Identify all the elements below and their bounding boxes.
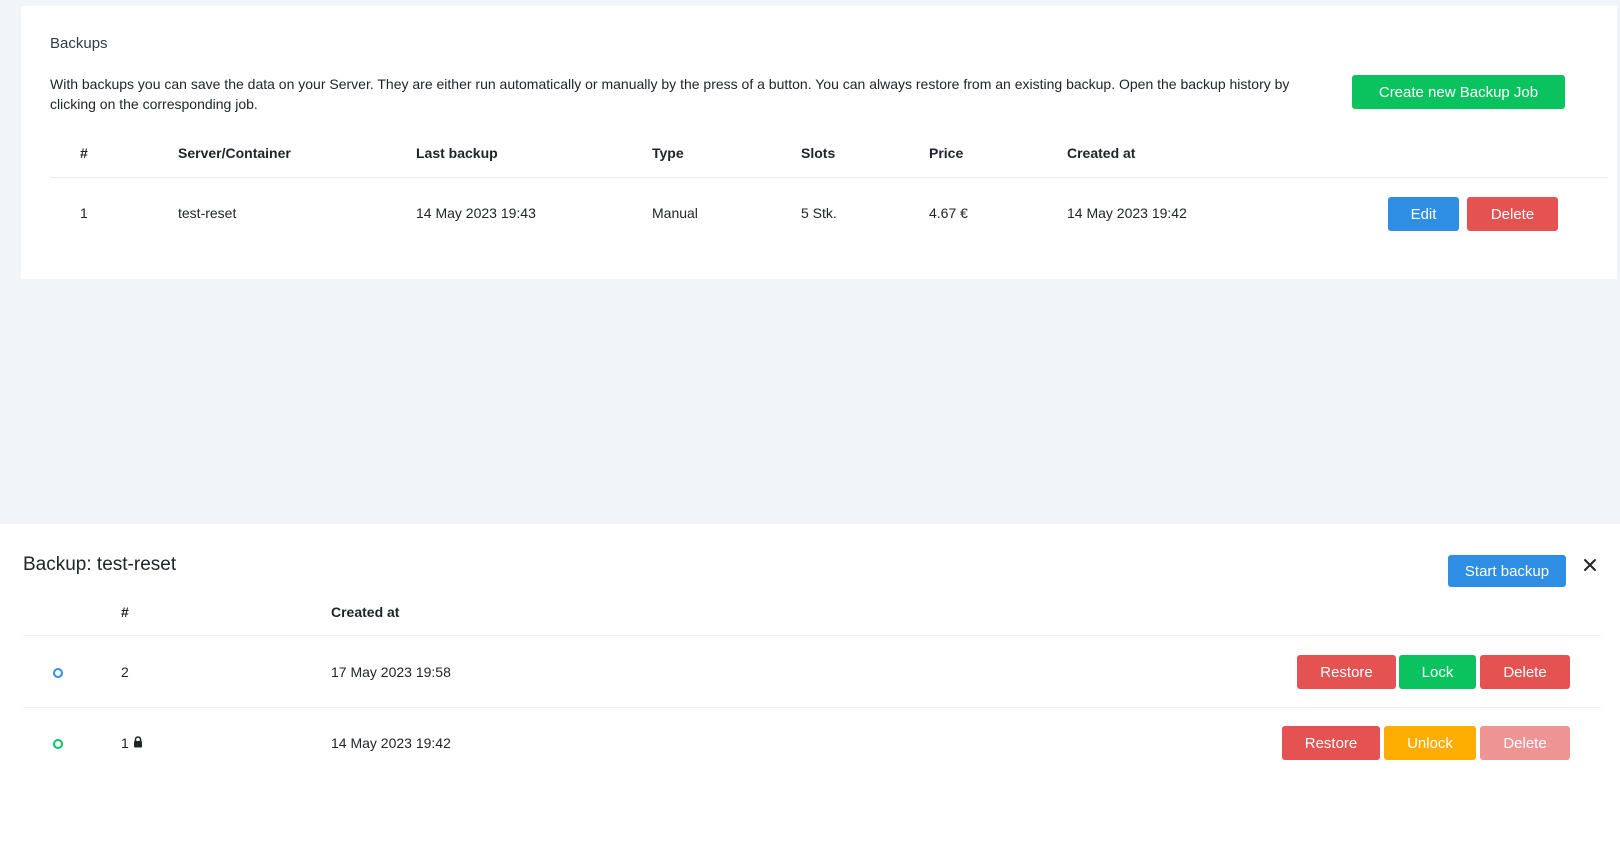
- close-icon[interactable]: [1580, 555, 1600, 575]
- edit-button[interactable]: Edit: [1388, 197, 1459, 231]
- row-created-at: 17 May 2023 19:58: [331, 664, 451, 680]
- lock-button[interactable]: Lock: [1399, 655, 1476, 689]
- row-slots: 5 Stk.: [801, 205, 837, 221]
- delete-button[interactable]: Delete: [1467, 197, 1558, 231]
- row-id: 1: [80, 205, 88, 221]
- backups-card: Backups With backups you can save the da…: [21, 6, 1617, 279]
- row-created-at: 14 May 2023 19:42: [331, 735, 451, 751]
- start-backup-button[interactable]: Start backup: [1448, 555, 1566, 587]
- row-price: 4.67 €: [929, 205, 968, 221]
- restore-button[interactable]: Restore: [1297, 655, 1396, 689]
- create-backup-job-button[interactable]: Create new Backup Job: [1352, 75, 1565, 109]
- col-header-type: Type: [652, 145, 684, 161]
- panel-title: Backup: test-reset: [23, 554, 177, 575]
- lock-icon: [134, 736, 142, 748]
- row-id: 1: [121, 735, 129, 751]
- row-created-at: 14 May 2023 19:42: [1067, 205, 1187, 221]
- table-divider: [50, 177, 1608, 178]
- restore-button[interactable]: Restore: [1282, 726, 1380, 760]
- card-title: Backups: [50, 35, 108, 52]
- col-header-id: #: [80, 145, 88, 161]
- col-header-id: #: [121, 604, 129, 620]
- col-header-created-at: Created at: [1067, 145, 1136, 161]
- delete-button[interactable]: Delete: [1480, 655, 1570, 689]
- row-id: 2: [121, 664, 129, 680]
- row-server: test-reset: [178, 205, 237, 221]
- row-type: Manual: [652, 205, 698, 221]
- col-header-slots: Slots: [801, 145, 836, 161]
- col-header-last-backup: Last backup: [416, 145, 498, 161]
- col-header-price: Price: [929, 145, 964, 161]
- card-description: With backups you can save the data on yo…: [50, 76, 1290, 112]
- table-divider: [23, 635, 1601, 636]
- col-header-server: Server/Container: [178, 145, 291, 161]
- status-dot-icon: [53, 739, 63, 749]
- delete-button-disabled: Delete: [1480, 726, 1570, 760]
- table-divider: [23, 707, 1601, 708]
- col-header-created-at: Created at: [331, 604, 400, 620]
- backup-history-panel: Backup: test-reset Start backup # Create…: [0, 524, 1620, 863]
- row-last-backup: 14 May 2023 19:43: [416, 205, 536, 221]
- unlock-button[interactable]: Unlock: [1384, 726, 1476, 760]
- status-dot-icon: [53, 668, 63, 678]
